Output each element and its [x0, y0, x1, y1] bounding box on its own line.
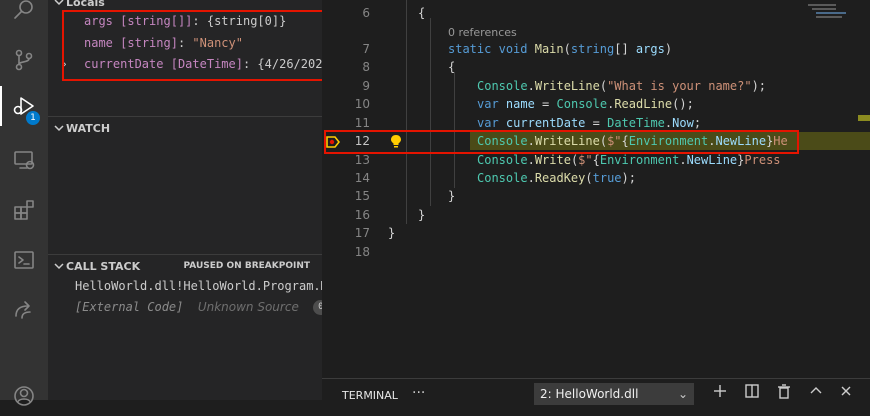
- search-icon[interactable]: [0, 0, 48, 30]
- debug-badge: 1: [26, 111, 40, 125]
- chevron-down-icon: [53, 0, 65, 8]
- line-number: 8: [362, 60, 370, 74]
- section-divider: [48, 254, 322, 255]
- remote-explorer-icon[interactable]: [0, 140, 48, 180]
- call-stack-title: CALL STACK: [66, 260, 141, 273]
- minimap[interactable]: [804, 0, 870, 378]
- code-line-15: }: [448, 189, 456, 203]
- variable-type: [DateTime]: [170, 57, 243, 71]
- add-terminal-icon[interactable]: [712, 383, 728, 399]
- line-number: 18: [354, 245, 370, 259]
- terminal-select[interactable]: 2: HelloWorld.dll ⌄: [534, 383, 694, 405]
- stack-frame[interactable]: [External Code] Unknown Source 0: [48, 297, 322, 317]
- stack-frame-source: Unknown Source: [197, 300, 299, 314]
- debug-icon[interactable]: [0, 86, 48, 126]
- account-icon[interactable]: [0, 376, 48, 416]
- stack-frame-name: HelloWorld.dll!HelloWorld.Program.Ma: [75, 279, 322, 293]
- trash-icon[interactable]: [776, 383, 792, 399]
- variable-value: {string[0]}: [206, 14, 287, 28]
- code-line-17: }: [388, 226, 396, 240]
- line-number: 15: [354, 189, 370, 203]
- code-line-9: Console.WriteLine("What is your name?");: [477, 79, 767, 93]
- code-editor[interactable]: 6 7 8 9 10 11 12 13 14 15 16 17 18 0 ref…: [322, 0, 870, 378]
- chevron-down-icon: [53, 260, 65, 272]
- indent-guide: [430, 18, 431, 206]
- line-number: 13: [354, 153, 370, 167]
- variable-name: args: [84, 14, 113, 28]
- stack-frame[interactable]: HelloWorld.dll!HelloWorld.Program.Ma: [48, 276, 322, 296]
- lightbulb-icon[interactable]: [389, 134, 403, 148]
- watch-header[interactable]: WATCH: [48, 118, 322, 140]
- line-number: 16: [354, 208, 370, 222]
- variable-separator: :: [177, 36, 193, 50]
- code-line-6: {: [418, 6, 426, 20]
- variable-value: {4/26/202...: [257, 57, 322, 71]
- line-number: 17: [354, 226, 370, 240]
- breakpoint-arrow-icon[interactable]: [326, 136, 340, 148]
- code-line-14: Console.ReadKey(true);: [477, 171, 636, 185]
- code-line-13: Console.Write($"{Environment.NewLine}Pre…: [477, 153, 781, 167]
- source-control-icon[interactable]: [0, 40, 48, 80]
- locals-title: Locals: [66, 0, 105, 9]
- debug-sidebar: Locals args [string[]]: {string[0]} name…: [48, 0, 322, 400]
- scrollbar-marker: [858, 115, 870, 121]
- code-lens-references[interactable]: 0 references: [448, 26, 517, 39]
- terminal-select-value: 2: HelloWorld.dll: [540, 387, 639, 401]
- indent-guide: [454, 72, 455, 188]
- code-line-16: }: [418, 208, 426, 222]
- stack-frame-name: [External Code]: [75, 300, 184, 314]
- variable-separator: :: [242, 57, 258, 71]
- variable-name: currentDate: [84, 57, 164, 71]
- section-divider: [48, 116, 322, 117]
- variable-type: [string]: [120, 36, 178, 50]
- code-line-10: var name = Console.ReadLine();: [477, 97, 694, 111]
- split-terminal-icon[interactable]: [744, 383, 760, 399]
- chevron-up-icon[interactable]: [808, 383, 824, 399]
- variable-row[interactable]: name [string]: "Nancy": [48, 34, 322, 53]
- tab-terminal[interactable]: TERMINAL: [342, 389, 398, 402]
- line-number: 14: [354, 171, 370, 185]
- close-icon[interactable]: [838, 383, 854, 399]
- variable-name: name: [84, 36, 113, 50]
- line-number: 10: [354, 97, 370, 111]
- line-number: 6: [362, 6, 370, 20]
- terminal-icon[interactable]: [0, 240, 48, 280]
- line-number: 9: [362, 79, 370, 93]
- variable-row[interactable]: › currentDate [DateTime]: {4/26/202...: [48, 55, 322, 74]
- live-share-icon[interactable]: [0, 290, 48, 330]
- paused-status: PAUSED ON BREAKPOINT: [183, 261, 310, 271]
- chevron-right-icon[interactable]: ›: [48, 55, 68, 74]
- frame-count-badge: 0: [313, 300, 322, 315]
- variable-separator: :: [192, 14, 207, 28]
- call-stack-header[interactable]: CALL STACK PAUSED ON BREAKPOINT: [48, 256, 322, 278]
- line-number: 7: [362, 42, 370, 56]
- chevron-down-icon: [53, 122, 65, 134]
- code-line-7: static void Main(string[] args): [448, 42, 673, 56]
- watch-title: WATCH: [66, 122, 111, 135]
- chevron-down-icon: ⌄: [677, 387, 688, 401]
- code-line-8: {: [448, 60, 456, 74]
- extensions-icon[interactable]: [0, 190, 48, 230]
- code-line-11: var currentDate = DateTime.Now;: [477, 116, 702, 130]
- variable-row[interactable]: args [string[]]: {string[0]}: [48, 12, 322, 31]
- terminal-panel: TERMINAL ··· 2: HelloWorld.dll ⌄: [322, 378, 870, 405]
- variable-value: "Nancy": [192, 36, 243, 50]
- variable-type: [string[]]: [120, 14, 193, 28]
- more-actions-icon[interactable]: ···: [412, 385, 425, 401]
- line-number: 11: [354, 116, 370, 130]
- activity-bar: 1: [0, 0, 48, 406]
- indent-guide: [406, 0, 407, 224]
- code-line-12: Console.WriteLine($"{Environment.NewLine…: [477, 134, 788, 148]
